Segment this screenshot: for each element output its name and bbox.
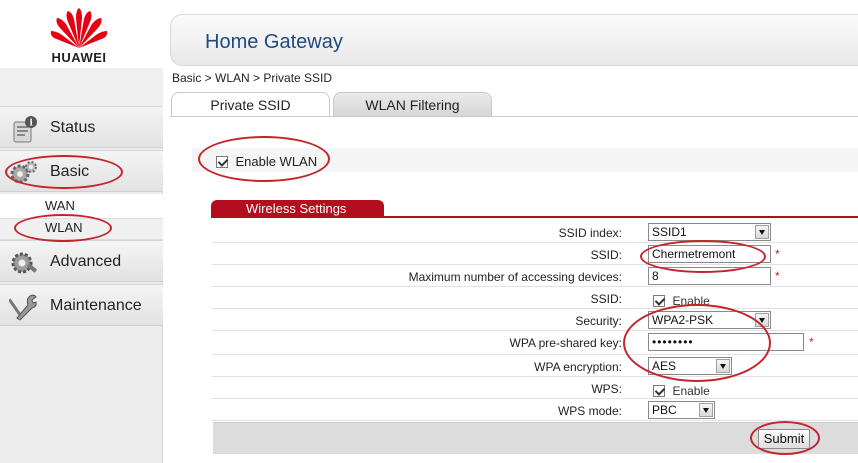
submit-button[interactable]: Submit (758, 429, 810, 449)
ssid-index-value: SSID1 (652, 225, 687, 239)
submit-bar: Submit (213, 422, 858, 454)
tab-wlan-filtering[interactable]: WLAN Filtering (333, 92, 492, 117)
form-row-wps-mode: WPS mode: PBC (212, 400, 858, 421)
wps-checkbox[interactable] (653, 384, 665, 397)
chevron-down-icon (755, 225, 769, 239)
sidebar-subitem-wlan[interactable]: WLAN (45, 220, 83, 235)
max-devices-input[interactable]: 8 (648, 267, 771, 285)
header-bar: Home Gateway (170, 14, 858, 66)
ssid-enable-checkbox[interactable] (653, 294, 665, 307)
tab-divider (170, 116, 858, 117)
max-devices-label: Maximum number of accessing devices: (408, 270, 622, 284)
chevron-down-icon (716, 359, 730, 373)
wpa-encryption-select[interactable]: AES (648, 357, 732, 375)
enable-wlan-row: Enable WLAN (192, 148, 858, 172)
form-row-security: Security: WPA2-PSK (212, 310, 858, 331)
wps-mode-select[interactable]: PBC (648, 401, 715, 419)
sidebar-item-label: Basic (50, 163, 90, 180)
huawei-petals-icon (50, 8, 108, 48)
ssid-index-label: SSID index: (558, 226, 622, 240)
ssid-enable-text: Enable (672, 293, 710, 308)
form-row-wpa-key: WPA pre-shared key: •••••••• * (212, 332, 858, 355)
sidebar-item-advanced[interactable]: Advanced (0, 240, 163, 282)
maintenance-wrench-icon (9, 294, 37, 321)
sidebar-item-status[interactable]: i Status (0, 106, 163, 148)
breadcrumb: Basic > WLAN > Private SSID (172, 71, 333, 85)
status-icon: i (13, 116, 37, 143)
enable-wlan-checkbox[interactable] (216, 155, 228, 168)
sidebar-item-label: Status (50, 119, 96, 136)
ssid-index-select[interactable]: SSID1 (648, 223, 771, 241)
chevron-down-icon (699, 403, 713, 417)
wpa-encryption-label: WPA encryption: (534, 360, 622, 374)
sidebar-item-maintenance[interactable]: Maintenance (0, 284, 163, 326)
form-row-ssid-name: SSID: Chermetremont * (212, 244, 858, 265)
wps-enable-text: Enable (672, 383, 710, 398)
form-row-wps: WPS: Enable (212, 378, 858, 399)
ssid-name-input[interactable]: Chermetremont (648, 245, 771, 263)
security-value: WPA2-PSK (652, 313, 714, 327)
sidebar-subitem-wan[interactable]: WAN (45, 198, 75, 213)
basic-gear-icon (10, 161, 37, 184)
ssid-enable-label: SSID: (590, 292, 622, 306)
huawei-logo: HUAWEI (0, 0, 163, 68)
form-row-wpa-encryption: WPA encryption: AES (212, 356, 858, 377)
wps-label: WPS: (591, 382, 622, 396)
required-marker: * (775, 269, 780, 283)
form-row-ssid-enable: SSID: Enable (212, 288, 858, 309)
advanced-gear-icon (11, 252, 38, 274)
tab-private-ssid[interactable]: Private SSID (171, 92, 330, 117)
sidebar-item-label: Maintenance (50, 297, 142, 314)
required-marker: * (809, 335, 814, 349)
chevron-down-icon (755, 313, 769, 327)
wpa-key-label: WPA pre-shared key: (509, 336, 623, 350)
sidebar-item-label: Advanced (50, 253, 122, 270)
section-divider (211, 216, 858, 218)
page-title: Home Gateway (205, 31, 343, 53)
sidebar-item-basic[interactable]: Basic (0, 150, 163, 192)
enable-wlan-label: Enable WLAN (235, 154, 318, 170)
router-admin-page: HUAWEI i Status Basic WAN WLAN Advanced … (0, 0, 858, 463)
wpa-key-input[interactable]: •••••••• (648, 333, 804, 351)
sidebar: HUAWEI i Status Basic WAN WLAN Advanced … (0, 0, 163, 463)
svg-text:i: i (30, 119, 34, 129)
wpa-encryption-value: AES (652, 359, 677, 373)
sidebar-spacer (0, 68, 163, 106)
form-row-max-devices: Maximum number of accessing devices: 8 * (212, 266, 858, 287)
security-select[interactable]: WPA2-PSK (648, 311, 771, 329)
wps-mode-value: PBC (652, 403, 677, 417)
ssid-name-label: SSID: (590, 248, 622, 262)
logo-text: HUAWEI (51, 50, 107, 65)
security-label: Security: (575, 314, 622, 328)
required-marker: * (775, 247, 780, 261)
wps-mode-label: WPS mode: (557, 404, 622, 418)
form-row-ssid-index: SSID index: SSID1 (212, 222, 858, 243)
